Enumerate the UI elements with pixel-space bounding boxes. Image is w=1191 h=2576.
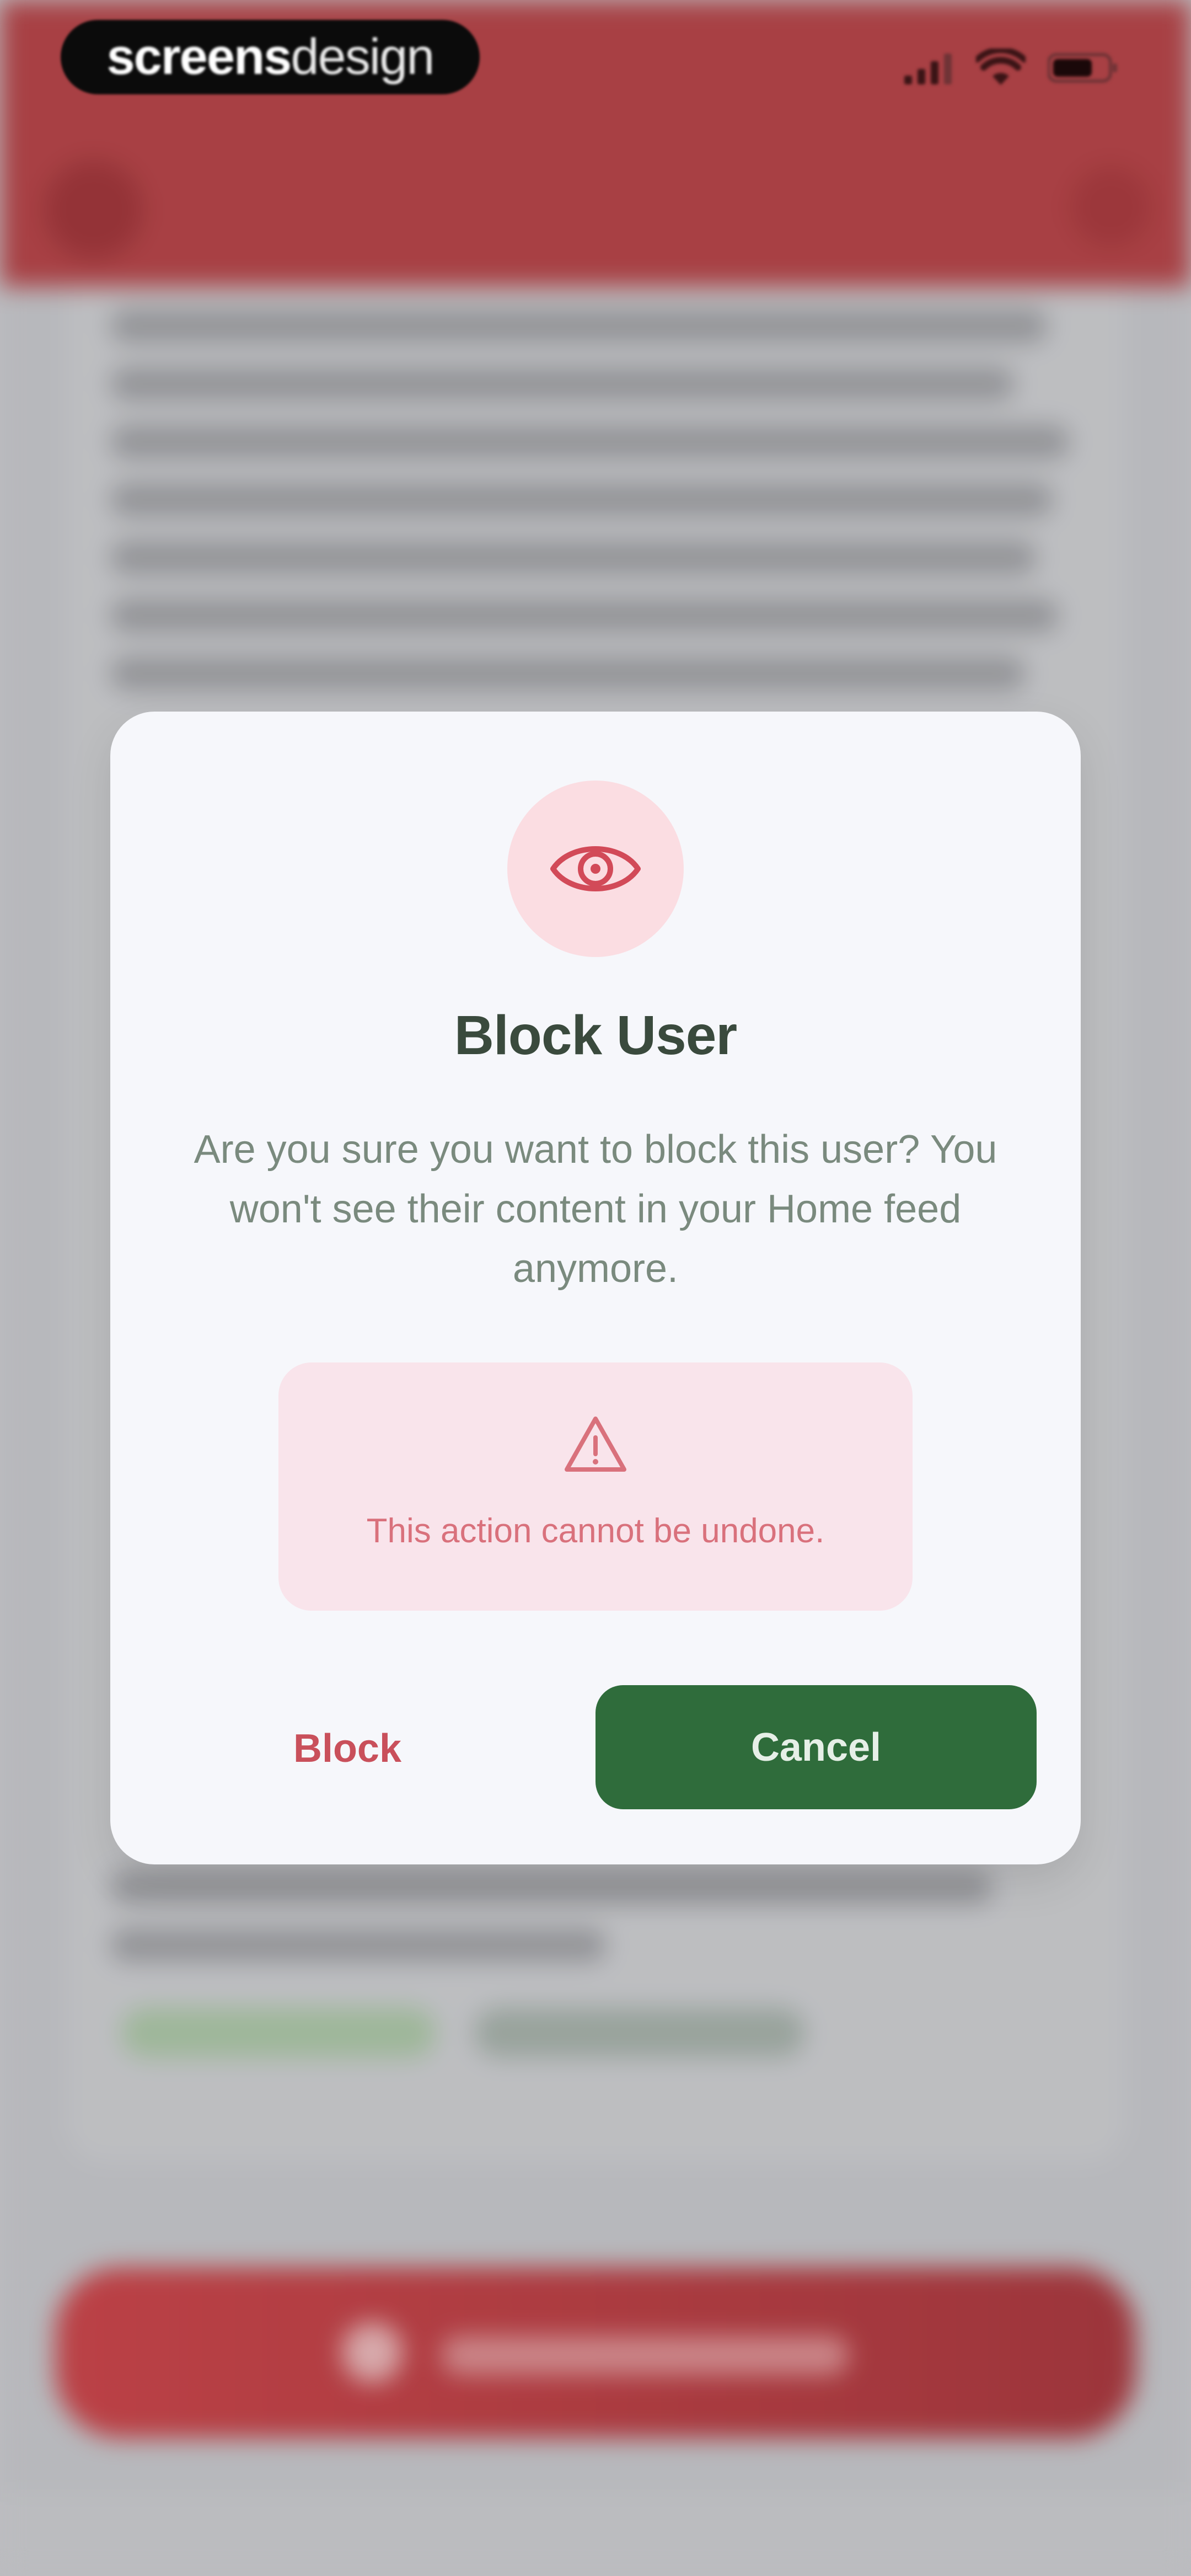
warning-triangle-icon [565,1417,626,1472]
signal-icon [904,54,952,84]
block-user-dialog: Block User Are you sure you want to bloc… [110,712,1081,1864]
brand-watermark: screens design [61,20,480,94]
dialog-title: Block User [454,1004,737,1066]
cancel-button[interactable]: Cancel [596,1685,1037,1809]
eye-icon [550,846,641,891]
status-icons [904,43,1119,93]
dialog-message: Are you sure you want to block this user… [194,1127,997,1291]
block-button[interactable]: Block [193,1688,502,1809]
warning-text: This action cannot be undone. [366,1512,825,1550]
dialog-icon-circle [507,781,684,957]
battery-icon [1048,53,1117,83]
screen: screens design Block User Are you sure y… [0,0,1191,2576]
warning-box: This action cannot be undone. [278,1362,913,1611]
wifi-icon [976,49,1026,85]
brand-light-text: design [291,29,434,85]
brand-strong-text: screens [106,29,292,85]
